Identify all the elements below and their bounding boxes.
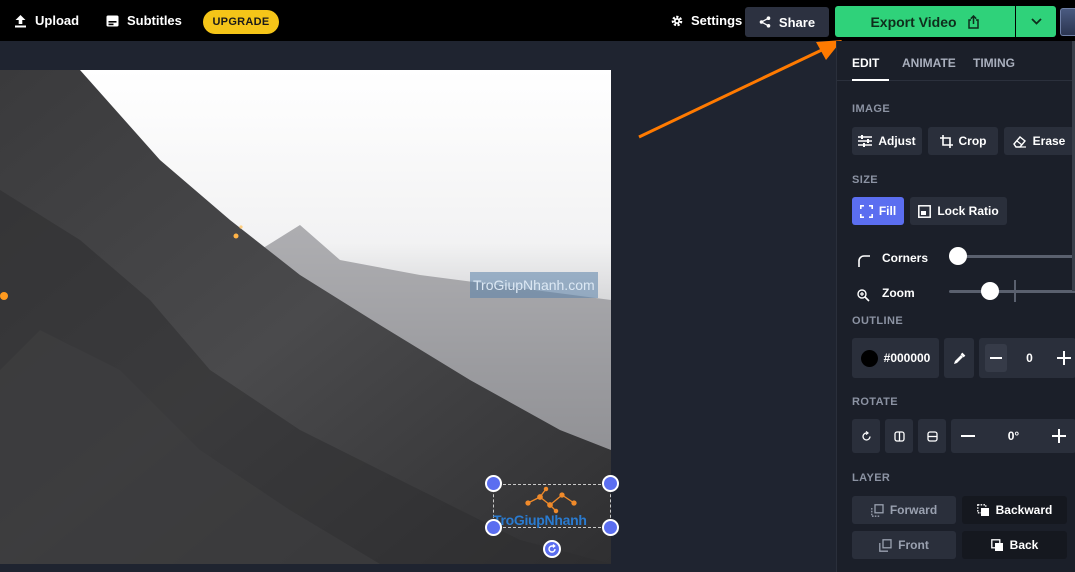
adjust-label: Adjust: [878, 134, 916, 148]
lock-ratio-label: Lock Ratio: [937, 204, 999, 218]
lock-ratio-button[interactable]: Lock Ratio: [910, 197, 1007, 225]
export-video-button[interactable]: Export Video: [835, 6, 1015, 37]
erase-button[interactable]: Erase: [1004, 127, 1074, 155]
export-icon: [967, 14, 979, 29]
zoom-default-marker: [1014, 280, 1016, 302]
corners-icon: [858, 255, 870, 267]
chevron-down-icon: [1030, 18, 1042, 25]
avatar[interactable]: [1060, 8, 1075, 36]
tab-edit[interactable]: EDIT: [852, 56, 879, 70]
bring-to-front-icon: [879, 538, 892, 552]
fill-label: Fill: [878, 204, 897, 218]
erase-label: Erase: [1032, 134, 1066, 148]
flip-horizontal-icon: [893, 430, 905, 442]
settings-label: Settings: [691, 13, 743, 28]
export-video-label: Export Video: [870, 13, 957, 30]
panel-tabs: EDIT ANIMATE TIMING: [837, 41, 1075, 81]
rotate-increase-button[interactable]: [1048, 422, 1070, 450]
fill-button[interactable]: Fill: [852, 197, 904, 225]
share-icon: [759, 16, 771, 28]
rotation-angle-stepper[interactable]: 0°: [951, 419, 1075, 453]
crop-label: Crop: [958, 134, 987, 148]
share-label: Share: [778, 14, 816, 30]
fill-icon: [859, 204, 873, 218]
tab-timing[interactable]: TIMING: [973, 56, 1015, 70]
layer-backward-label: Backward: [995, 503, 1053, 517]
flip-vertical-icon: [926, 430, 938, 442]
outline-color-value: #000000: [883, 351, 931, 365]
adjust-button[interactable]: Adjust: [852, 127, 922, 155]
resize-handle-bottom-right[interactable]: [602, 519, 619, 536]
zoom-label: Zoom: [882, 286, 915, 300]
layer-section-label: LAYER: [852, 472, 891, 484]
resize-handle-bottom-left[interactable]: [485, 519, 502, 536]
size-section-label: SIZE: [852, 174, 879, 186]
rotate-section-label: ROTATE: [852, 396, 898, 408]
eyedropper-icon: [953, 352, 965, 364]
sliders-icon: [858, 135, 873, 147]
top-bar: Upload Subtitles UPGRADE Settings Share …: [0, 0, 1075, 41]
rotate-icon: [548, 544, 556, 553]
subtitles-label: Subtitles: [127, 13, 182, 28]
resize-handle-top-left[interactable]: [485, 475, 502, 492]
plus-icon: [1057, 351, 1071, 365]
lock-ratio-icon: [918, 204, 932, 218]
rotation-angle-value[interactable]: 0°: [1008, 429, 1019, 443]
layer-back-label: Back: [1009, 538, 1039, 552]
resize-handle-top-right[interactable]: [602, 475, 619, 492]
tab-animate[interactable]: ANIMATE: [902, 56, 956, 70]
upload-button[interactable]: Upload: [14, 0, 79, 41]
zoom-icon: [857, 289, 870, 302]
eraser-icon: [1012, 135, 1026, 148]
image-section-label: IMAGE: [852, 103, 891, 115]
send-backward-icon: [976, 503, 989, 516]
plus-icon: [1051, 429, 1066, 443]
flip-horizontal-button[interactable]: [885, 419, 913, 453]
send-to-back-icon: [990, 538, 1003, 551]
gear-icon: [671, 15, 683, 26]
layer-front-label: Front: [898, 538, 929, 552]
subtitles-icon: [106, 15, 119, 26]
corners-slider-track[interactable]: [949, 255, 1075, 258]
outline-width-value[interactable]: 0: [1026, 351, 1033, 365]
eyedropper-button[interactable]: [944, 338, 974, 378]
layer-front-button[interactable]: Front: [852, 531, 956, 559]
bring-forward-icon: [870, 503, 884, 517]
export-options-dropdown[interactable]: [1016, 6, 1056, 37]
zoom-slider-knob[interactable]: [981, 282, 999, 300]
rotate-handle[interactable]: [543, 540, 561, 558]
corners-slider-knob[interactable]: [949, 247, 967, 265]
outline-color-picker[interactable]: #000000: [852, 338, 939, 378]
outline-color-swatch: [860, 349, 878, 367]
upload-icon: [15, 14, 26, 27]
crop-icon: [939, 134, 953, 148]
corners-label: Corners: [882, 251, 929, 265]
layer-forward-label: Forward: [889, 503, 938, 517]
rotate-decrease-button[interactable]: [957, 422, 979, 450]
outline-decrease-button[interactable]: [985, 344, 1007, 372]
logo-network-icon: [525, 486, 577, 514]
minus-icon: [990, 357, 1002, 359]
layer-back-button[interactable]: Back: [962, 531, 1067, 559]
outline-width-stepper[interactable]: 0: [979, 338, 1075, 378]
subtitles-button[interactable]: Subtitles: [106, 0, 182, 41]
rotate-icon: [861, 430, 871, 441]
zoom-slider-track[interactable]: [949, 290, 1075, 293]
upgrade-button[interactable]: UPGRADE: [203, 10, 279, 34]
watermark-text: TroGiupNhanh.com: [470, 272, 598, 298]
properties-panel: EDIT ANIMATE TIMING IMAGE Adjust Crop Er…: [836, 41, 1075, 572]
crop-button[interactable]: Crop: [928, 127, 998, 155]
logo-text: TroGiupNhanh: [493, 512, 587, 528]
active-tab-indicator: [852, 79, 889, 81]
layer-backward-button[interactable]: Backward: [962, 496, 1067, 524]
minus-icon: [961, 435, 975, 437]
outline-increase-button[interactable]: [1052, 344, 1075, 372]
outline-section-label: OUTLINE: [852, 315, 904, 327]
upload-label: Upload: [35, 13, 80, 28]
layer-forward-button[interactable]: Forward: [852, 496, 956, 524]
flip-vertical-button[interactable]: [918, 419, 946, 453]
annotation-arrow: [638, 40, 842, 139]
rotate-reset-button[interactable]: [852, 419, 880, 453]
